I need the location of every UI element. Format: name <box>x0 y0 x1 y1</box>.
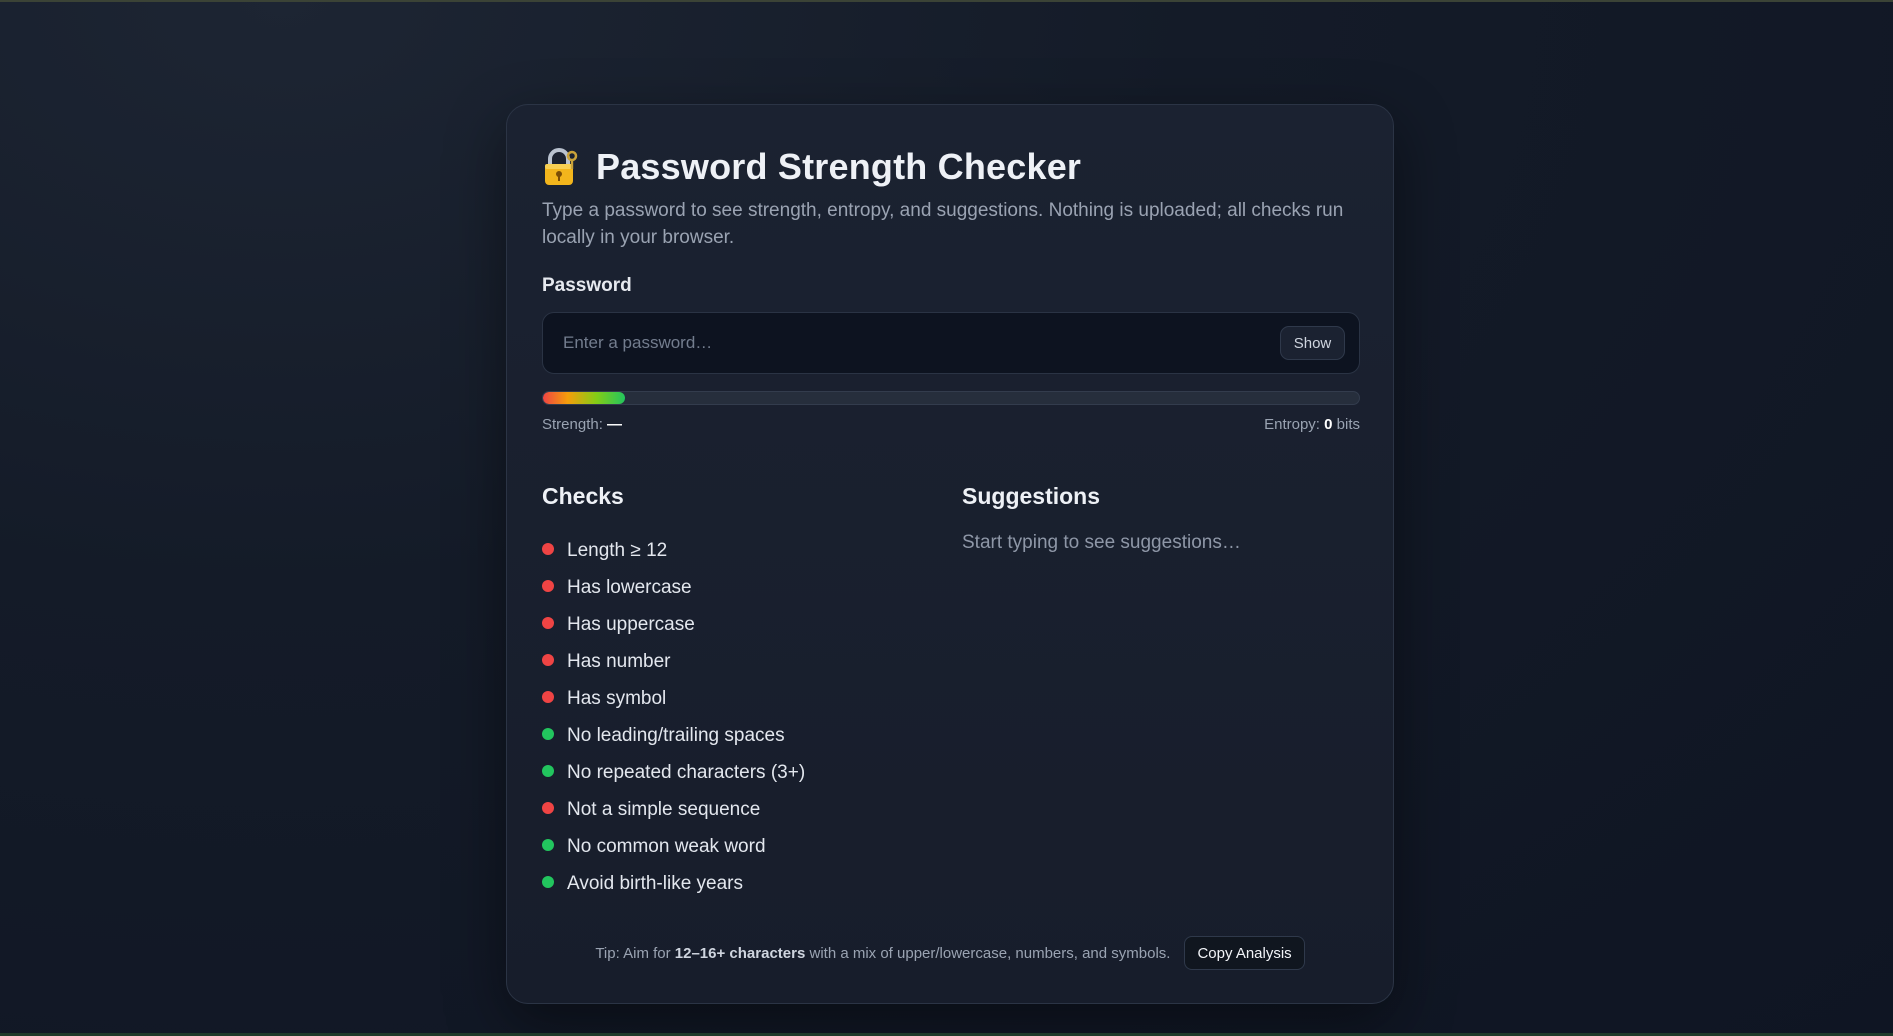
check-label: Not a simple sequence <box>567 798 761 820</box>
checks-column: Checks Length ≥ 12 Has lowercase Has upper… <box>542 483 962 902</box>
tip-bold: 12–16+ characters <box>674 944 806 962</box>
check-fail-indicator <box>542 653 554 666</box>
checks-list: Length ≥ 12 Has lowercase Has uppercase Has… <box>542 532 962 902</box>
page-subtitle: Type a password to see strength, entropy… <box>542 200 1344 248</box>
top-edge-rule <box>0 0 1893 2</box>
page-title: Password Strength Checker <box>596 146 1082 187</box>
checker-card: Password Strength Checker Type a passwor… <box>506 104 1394 1004</box>
strength-value: — <box>607 416 623 433</box>
strength-meter <box>542 391 1360 405</box>
check-fail-indicator <box>542 542 554 555</box>
show-password-button[interactable]: Show <box>1280 326 1345 360</box>
check-item: Has number <box>542 643 962 680</box>
header: Password Strength Checker <box>542 143 1358 191</box>
check-item: Not a simple sequence <box>542 791 962 828</box>
check-label: Has symbol <box>567 687 667 709</box>
check-pass-indicator <box>542 727 554 740</box>
lock-with-key-icon <box>542 147 578 187</box>
suggestions-column: Suggestions Start typing to see suggesti… <box>962 483 1360 902</box>
check-label: No common weak word <box>567 835 766 857</box>
check-item: Has symbol <box>542 680 962 717</box>
check-label: Avoid birth-like years <box>567 872 744 894</box>
check-label: Has number <box>567 650 671 672</box>
entropy-unit: bits <box>1336 416 1360 433</box>
check-item: Has uppercase <box>542 606 962 643</box>
check-item: Has lowercase <box>542 569 962 606</box>
check-label: Length ≥ 12 <box>567 539 668 561</box>
check-fail-indicator <box>542 690 554 703</box>
check-item: No leading/trailing spaces <box>542 717 962 754</box>
check-label: Has lowercase <box>567 576 692 598</box>
check-fail-indicator <box>542 616 554 629</box>
check-label: Has uppercase <box>567 613 695 635</box>
entropy-label: Entropy: <box>1264 416 1320 433</box>
check-pass-indicator <box>542 764 554 777</box>
password-field: Show <box>542 312 1360 374</box>
strength-meter-fill <box>543 392 625 404</box>
suggestions-title: Suggestions <box>962 483 1101 509</box>
check-label: No repeated characters (3+) <box>567 761 806 783</box>
check-fail-indicator <box>542 579 554 592</box>
check-item: Avoid birth-like years <box>542 865 962 902</box>
tip-text: Tip: Aim for 12–16+ characters with a mi… <box>595 945 1170 962</box>
check-label: No leading/trailing spaces <box>567 724 785 746</box>
check-item: No common weak word <box>542 828 962 865</box>
footer: Tip: Aim for 12–16+ characters with a mi… <box>507 936 1393 970</box>
checks-title: Checks <box>542 483 624 509</box>
check-pass-indicator <box>542 838 554 851</box>
password-label: Password <box>542 275 632 296</box>
tip-suffix: with a mix of upper/lowercase, numbers, … <box>805 944 1171 962</box>
check-item: Length ≥ 12 <box>542 532 962 569</box>
results-columns: Checks Length ≥ 12 Has lowercase Has upper… <box>542 483 1360 902</box>
copy-analysis-button[interactable]: Copy Analysis <box>1184 936 1305 970</box>
strength-label: Strength: <box>542 416 603 433</box>
password-input[interactable] <box>543 313 1283 373</box>
tip-prefix: Tip: Aim for <box>595 944 675 962</box>
suggestions-empty-text: Start typing to see suggestions… <box>962 532 1241 553</box>
entropy-value: 0 <box>1324 416 1333 433</box>
check-fail-indicator <box>542 801 554 814</box>
meter-labels: Strength: — Entropy: 0 bits <box>542 416 1360 433</box>
entropy-readout: Entropy: 0 bits <box>1264 416 1360 433</box>
check-item: No repeated characters (3+) <box>542 754 962 791</box>
check-pass-indicator <box>542 875 554 888</box>
strength-readout: Strength: — <box>542 416 622 433</box>
